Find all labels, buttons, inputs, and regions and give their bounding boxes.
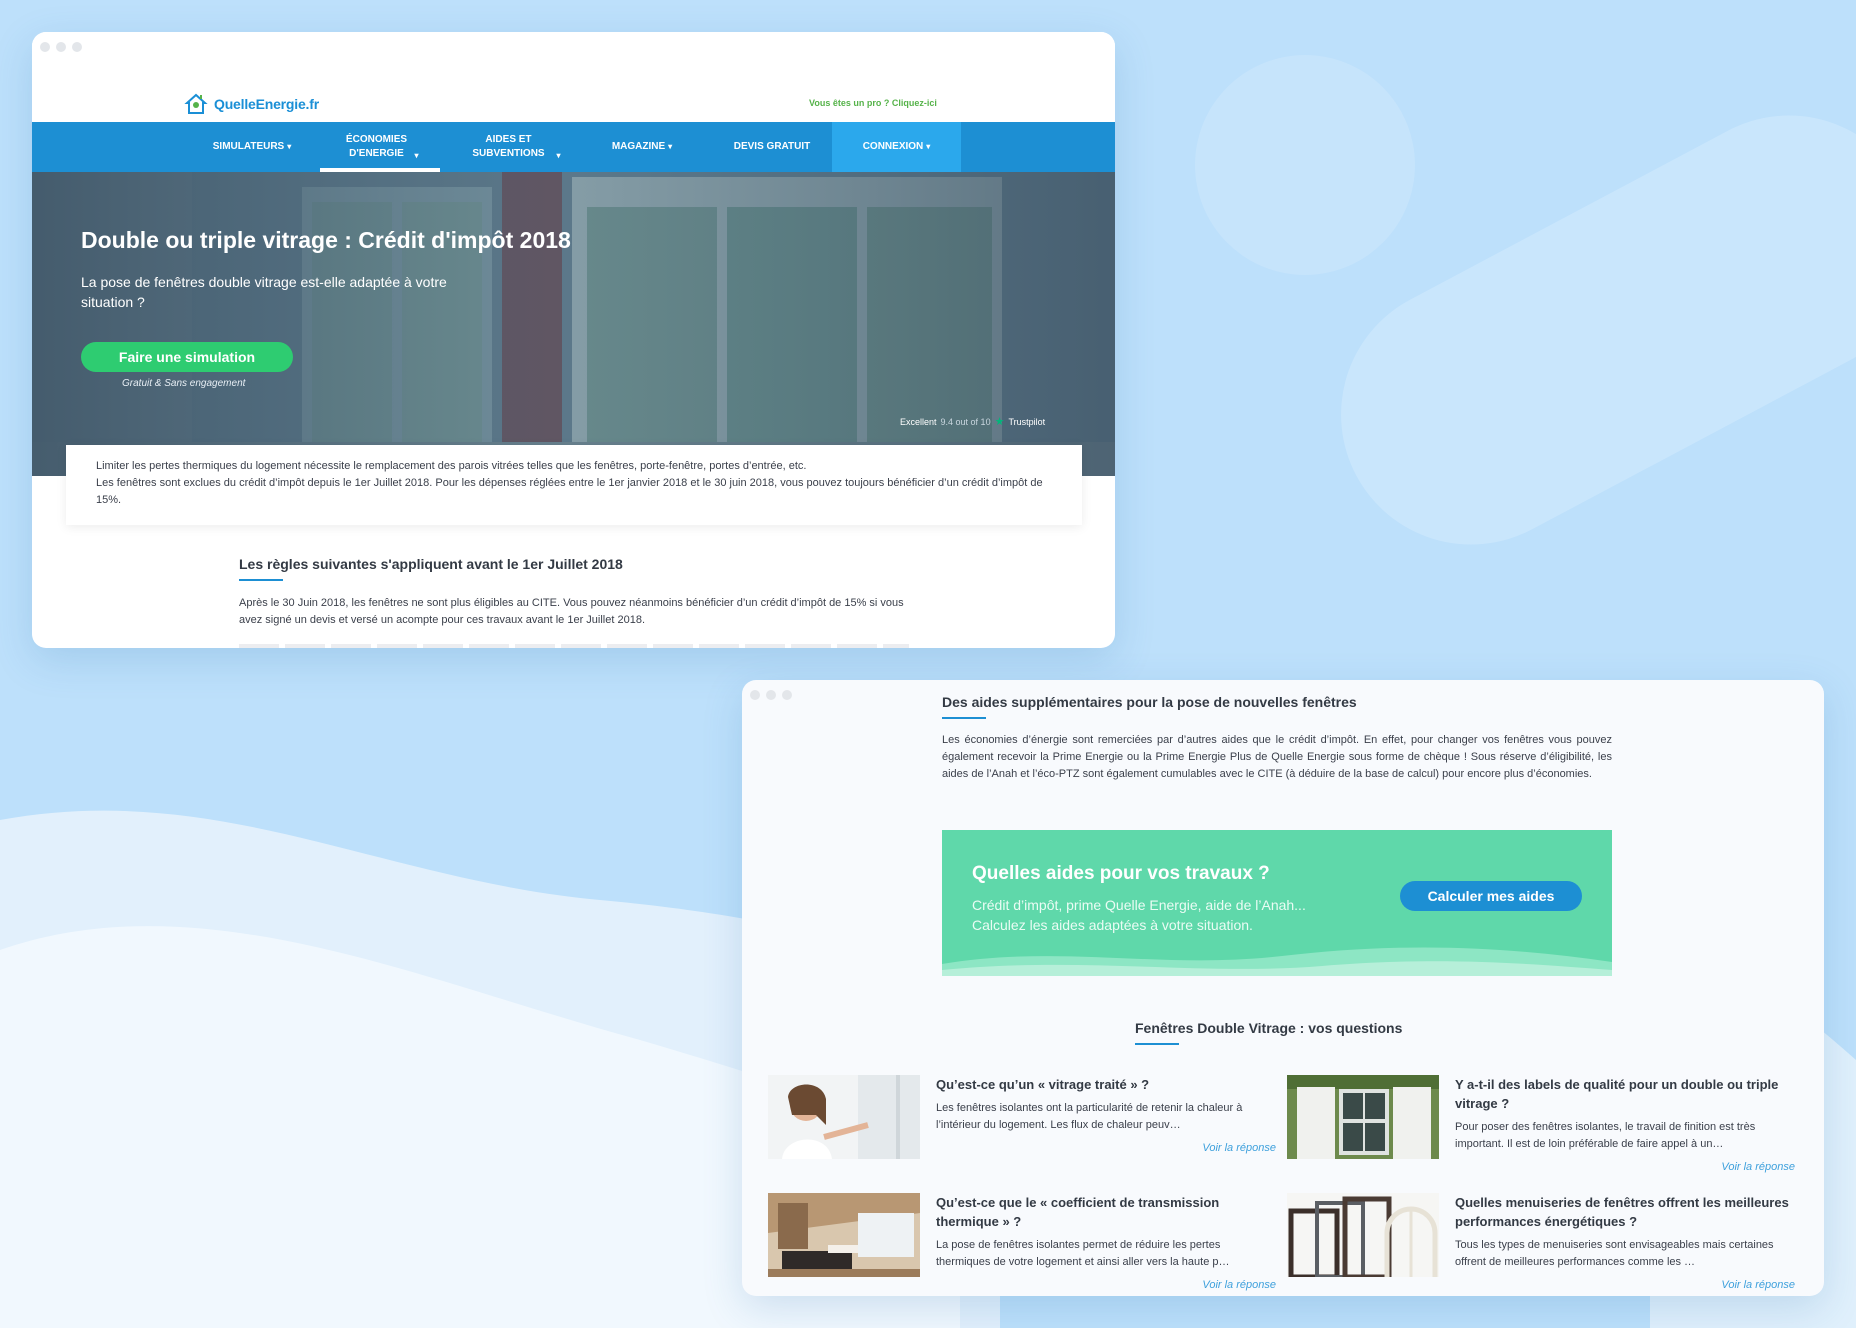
hero-subtitle: La pose de fenêtres double vitrage est-e… — [81, 274, 447, 310]
faq-question[interactable]: Qu’est-ce qu’un « vitrage traité » ? — [936, 1075, 1276, 1094]
trust-brand: Trustpilot — [1008, 416, 1046, 427]
see-answer-link[interactable]: Voir la réponse — [1721, 1279, 1795, 1291]
faq-answer: La pose de fenêtres isolantes permet de … — [936, 1239, 1230, 1268]
aids-section-text: Les économies d’énergie sont remerciées … — [942, 734, 1612, 780]
nav-label: DEVIS GRATUIT — [733, 141, 811, 152]
nav-label: MAGAZINE — [611, 141, 666, 152]
faq-question[interactable]: Quelles menuiseries de fenêtres offrent … — [1455, 1193, 1795, 1231]
rules-section-title: Les règles suivantes s'appliquent avant … — [239, 556, 623, 572]
nav-magazine[interactable]: MAGAZINE ▾ — [592, 122, 692, 172]
faq-thumbnail[interactable] — [1287, 1075, 1439, 1159]
faq-thumbnail[interactable] — [768, 1075, 920, 1159]
title-underline — [942, 717, 986, 719]
logo-text: QuelleEnergie.fr — [214, 96, 319, 112]
nav-label: ÉCONOMIES D'ENERGIE — [345, 134, 408, 159]
title-underline — [239, 579, 283, 581]
nav-devis[interactable]: DEVIS GRATUIT — [712, 122, 832, 172]
intro-line-1: Limiter les pertes thermiques du logemen… — [96, 460, 807, 472]
window-dot[interactable] — [40, 42, 50, 52]
calculate-aids-button[interactable]: Calculer mes aides — [1400, 881, 1582, 911]
pro-link[interactable]: Vous êtes un pro ? Cliquez-ici — [809, 98, 937, 108]
intro-card: Limiter les pertes thermiques du logemen… — [66, 445, 1082, 525]
nav-label: AIDES ET SUBVENTIONS — [472, 134, 545, 159]
window-dot[interactable] — [56, 42, 66, 52]
cta-wave-decoration — [942, 947, 1612, 976]
window-dot[interactable] — [72, 42, 82, 52]
intro-line-2: Les fenêtres sont exclues du crédit d’im… — [96, 477, 1043, 506]
truncated-text — [239, 644, 909, 648]
rules-section-text: Après le 30 Juin 2018, les fenêtres ne s… — [239, 597, 904, 626]
nav-connexion[interactable]: CONNEXION ▾ — [832, 122, 961, 172]
faq-thumbnail[interactable] — [768, 1193, 920, 1277]
faq-item: Qu’est-ce que le « coefficient de transm… — [768, 1193, 1278, 1296]
faq-item: Y a-t-il des labels de qualité pour un d… — [1287, 1075, 1797, 1185]
trust-label: Excellent — [900, 416, 937, 427]
window-dot[interactable] — [766, 690, 776, 700]
browser-window-secondary: Des aides supplémentaires pour la pose d… — [742, 680, 1824, 1296]
see-answer-link[interactable]: Voir la réponse — [1202, 1142, 1276, 1154]
chevron-down-icon: ▾ — [414, 151, 419, 160]
chevron-down-icon: ▾ — [668, 142, 673, 151]
hero-background-image — [32, 172, 1115, 476]
nav-aides[interactable]: AIDES ET SUBVENTIONS ▾ — [452, 122, 572, 172]
window-dot[interactable] — [782, 690, 792, 700]
button-note: Gratuit & Sans engagement — [122, 378, 246, 389]
cta-title: Quelles aides pour vos travaux ? — [972, 863, 1270, 884]
nav-label: CONNEXION — [862, 141, 924, 152]
trust-score: 9.4 out of 10 — [940, 416, 991, 427]
faq-section-title: Fenêtres Double Vitrage : vos questions — [1135, 1020, 1403, 1036]
main-navbar: SIMULATEURS ▾ ÉCONOMIES D'ENERGIE ▾ AIDES … — [32, 122, 1115, 172]
faq-question[interactable]: Qu’est-ce que le « coefficient de transm… — [936, 1193, 1276, 1231]
hero-banner: Double ou triple vitrage : Crédit d'impô… — [32, 172, 1115, 476]
aids-section-title: Des aides supplémentaires pour la pose d… — [942, 694, 1357, 710]
faq-item: Qu’est-ce qu’un « vitrage traité » ? Les… — [768, 1075, 1278, 1185]
nav-economies[interactable]: ÉCONOMIES D'ENERGIE ▾ — [320, 122, 440, 172]
faq-answer: Les fenêtres isolantes ont la particular… — [936, 1102, 1243, 1131]
browser-window-main: QuelleEnergie.fr Vous êtes un pro ? Cliq… — [32, 32, 1115, 648]
window-dot[interactable] — [750, 690, 760, 700]
faq-item: Quelles menuiseries de fenêtres offrent … — [1287, 1193, 1797, 1296]
hero-title: Double ou triple vitrage : Crédit d'impô… — [81, 227, 571, 253]
simulation-button[interactable]: Faire une simulation — [81, 342, 293, 372]
chevron-down-icon: ▾ — [287, 142, 292, 151]
chevron-down-icon: ▾ — [926, 142, 931, 151]
faq-question[interactable]: Y a-t-il des labels de qualité pour un d… — [1455, 1075, 1795, 1113]
faq-thumbnail[interactable] — [1287, 1193, 1439, 1277]
see-answer-link[interactable]: Voir la réponse — [1202, 1279, 1276, 1291]
cta-text-line-1: Crédit d’impôt, prime Quelle Energie, ai… — [972, 897, 1306, 913]
faq-answer: Tous les types de menuiseries sont envis… — [1455, 1239, 1774, 1268]
trustpilot-rating[interactable]: Excellent 9.4 out of 10 ★ Trustpilot — [900, 415, 1045, 428]
cta-text-line-2: Calculez les aides adaptées à votre situ… — [972, 917, 1253, 933]
see-answer-link[interactable]: Voir la réponse — [1721, 1161, 1795, 1173]
aids-cta-banner: Quelles aides pour vos travaux ? Crédit … — [942, 830, 1612, 976]
house-logo-icon — [184, 93, 208, 114]
site-header: QuelleEnergie.fr Vous êtes un pro ? Cliq… — [32, 32, 1115, 122]
window-controls — [40, 42, 82, 52]
nav-label: SIMULATEURS — [212, 141, 285, 152]
faq-answer: Pour poser des fenêtres isolantes, le tr… — [1455, 1121, 1756, 1150]
chevron-down-icon: ▾ — [556, 151, 561, 160]
site-logo[interactable]: QuelleEnergie.fr — [184, 92, 319, 116]
nav-simulateurs[interactable]: SIMULATEURS ▾ — [202, 122, 302, 172]
title-underline — [1135, 1043, 1179, 1045]
window-controls — [750, 690, 792, 700]
star-icon: ★ — [994, 416, 1005, 428]
